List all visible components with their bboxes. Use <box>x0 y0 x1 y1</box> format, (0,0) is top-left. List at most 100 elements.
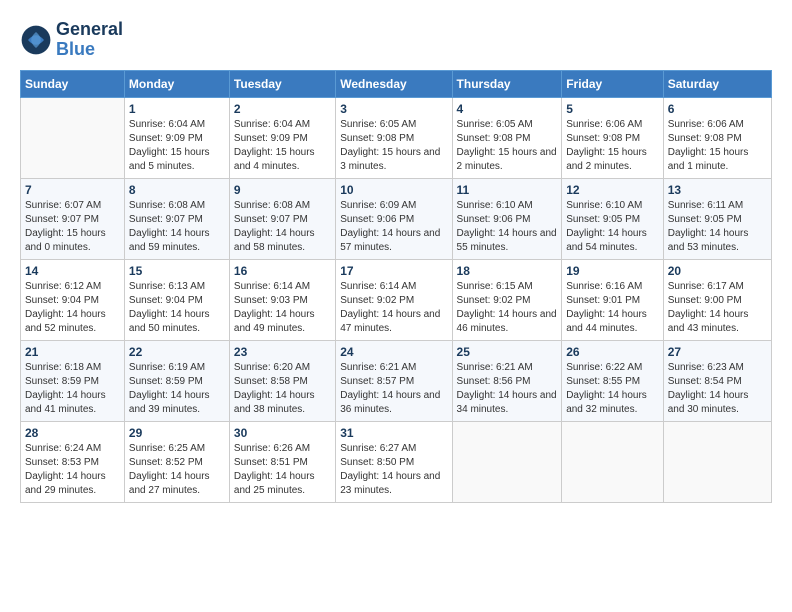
calendar-cell: 31 Sunrise: 6:27 AM Sunset: 8:50 PM Dayl… <box>336 421 452 502</box>
sunrise: Sunrise: 6:22 AM <box>566 361 659 375</box>
day-number: 5 <box>566 102 659 116</box>
day-number: 11 <box>457 183 558 197</box>
day-number: 7 <box>25 183 120 197</box>
sunrise: Sunrise: 6:26 AM <box>234 442 331 456</box>
daylight: Daylight: 15 hours and 4 minutes. <box>234 146 331 174</box>
logo: General Blue <box>20 20 123 60</box>
calendar-cell: 5 Sunrise: 6:06 AM Sunset: 9:08 PM Dayli… <box>562 97 664 178</box>
sunset: Sunset: 9:08 PM <box>566 132 659 146</box>
sunrise: Sunrise: 6:09 AM <box>340 199 447 213</box>
sunset: Sunset: 9:02 PM <box>457 294 558 308</box>
day-number: 22 <box>129 345 225 359</box>
day-number: 18 <box>457 264 558 278</box>
sunset: Sunset: 9:07 PM <box>234 213 331 227</box>
sunset: Sunset: 8:51 PM <box>234 456 331 470</box>
daylight: Daylight: 14 hours and 38 minutes. <box>234 389 331 417</box>
calendar-cell: 19 Sunrise: 6:16 AM Sunset: 9:01 PM Dayl… <box>562 259 664 340</box>
day-info: Sunrise: 6:05 AM Sunset: 9:08 PM Dayligh… <box>457 118 558 174</box>
day-info: Sunrise: 6:23 AM Sunset: 8:54 PM Dayligh… <box>668 361 767 417</box>
daylight: Daylight: 15 hours and 5 minutes. <box>129 146 225 174</box>
day-number: 26 <box>566 345 659 359</box>
sunrise: Sunrise: 6:05 AM <box>457 118 558 132</box>
sunset: Sunset: 8:59 PM <box>129 375 225 389</box>
sunrise: Sunrise: 6:17 AM <box>668 280 767 294</box>
sunrise: Sunrise: 6:23 AM <box>668 361 767 375</box>
daylight: Daylight: 14 hours and 46 minutes. <box>457 308 558 336</box>
sunset: Sunset: 8:58 PM <box>234 375 331 389</box>
weekday-header: Sunday <box>21 70 125 97</box>
day-number: 20 <box>668 264 767 278</box>
daylight: Daylight: 14 hours and 27 minutes. <box>129 470 225 498</box>
sunset: Sunset: 9:02 PM <box>340 294 447 308</box>
day-number: 17 <box>340 264 447 278</box>
daylight: Daylight: 14 hours and 52 minutes. <box>25 308 120 336</box>
daylight: Daylight: 14 hours and 47 minutes. <box>340 308 447 336</box>
sunrise: Sunrise: 6:15 AM <box>457 280 558 294</box>
day-info: Sunrise: 6:04 AM Sunset: 9:09 PM Dayligh… <box>234 118 331 174</box>
sunset: Sunset: 9:09 PM <box>129 132 225 146</box>
day-number: 31 <box>340 426 447 440</box>
calendar-cell: 1 Sunrise: 6:04 AM Sunset: 9:09 PM Dayli… <box>124 97 229 178</box>
day-number: 10 <box>340 183 447 197</box>
sunset: Sunset: 9:07 PM <box>25 213 120 227</box>
sunrise: Sunrise: 6:10 AM <box>566 199 659 213</box>
day-info: Sunrise: 6:11 AM Sunset: 9:05 PM Dayligh… <box>668 199 767 255</box>
sunset: Sunset: 9:01 PM <box>566 294 659 308</box>
calendar-cell: 8 Sunrise: 6:08 AM Sunset: 9:07 PM Dayli… <box>124 178 229 259</box>
calendar-cell: 27 Sunrise: 6:23 AM Sunset: 8:54 PM Dayl… <box>663 340 771 421</box>
sunrise: Sunrise: 6:05 AM <box>340 118 447 132</box>
sunrise: Sunrise: 6:04 AM <box>129 118 225 132</box>
day-info: Sunrise: 6:19 AM Sunset: 8:59 PM Dayligh… <box>129 361 225 417</box>
day-number: 16 <box>234 264 331 278</box>
day-number: 29 <box>129 426 225 440</box>
sunset: Sunset: 8:54 PM <box>668 375 767 389</box>
calendar-cell: 10 Sunrise: 6:09 AM Sunset: 9:06 PM Dayl… <box>336 178 452 259</box>
day-number: 2 <box>234 102 331 116</box>
weekday-header: Friday <box>562 70 664 97</box>
sunset: Sunset: 9:06 PM <box>457 213 558 227</box>
calendar-cell: 22 Sunrise: 6:19 AM Sunset: 8:59 PM Dayl… <box>124 340 229 421</box>
day-number: 23 <box>234 345 331 359</box>
day-number: 4 <box>457 102 558 116</box>
daylight: Daylight: 14 hours and 39 minutes. <box>129 389 225 417</box>
calendar-cell: 6 Sunrise: 6:06 AM Sunset: 9:08 PM Dayli… <box>663 97 771 178</box>
sunrise: Sunrise: 6:14 AM <box>340 280 447 294</box>
sunrise: Sunrise: 6:06 AM <box>566 118 659 132</box>
sunrise: Sunrise: 6:27 AM <box>340 442 447 456</box>
day-number: 12 <box>566 183 659 197</box>
calendar-cell: 23 Sunrise: 6:20 AM Sunset: 8:58 PM Dayl… <box>229 340 335 421</box>
day-info: Sunrise: 6:07 AM Sunset: 9:07 PM Dayligh… <box>25 199 120 255</box>
day-info: Sunrise: 6:15 AM Sunset: 9:02 PM Dayligh… <box>457 280 558 336</box>
daylight: Daylight: 14 hours and 43 minutes. <box>668 308 767 336</box>
sunrise: Sunrise: 6:12 AM <box>25 280 120 294</box>
day-number: 28 <box>25 426 120 440</box>
sunrise: Sunrise: 6:20 AM <box>234 361 331 375</box>
sunrise: Sunrise: 6:10 AM <box>457 199 558 213</box>
day-info: Sunrise: 6:10 AM Sunset: 9:06 PM Dayligh… <box>457 199 558 255</box>
day-info: Sunrise: 6:12 AM Sunset: 9:04 PM Dayligh… <box>25 280 120 336</box>
day-number: 27 <box>668 345 767 359</box>
sunset: Sunset: 9:09 PM <box>234 132 331 146</box>
day-number: 1 <box>129 102 225 116</box>
sunrise: Sunrise: 6:19 AM <box>129 361 225 375</box>
sunrise: Sunrise: 6:18 AM <box>25 361 120 375</box>
daylight: Daylight: 14 hours and 29 minutes. <box>25 470 120 498</box>
sunrise: Sunrise: 6:25 AM <box>129 442 225 456</box>
calendar-cell: 3 Sunrise: 6:05 AM Sunset: 9:08 PM Dayli… <box>336 97 452 178</box>
calendar-cell: 29 Sunrise: 6:25 AM Sunset: 8:52 PM Dayl… <box>124 421 229 502</box>
sunrise: Sunrise: 6:08 AM <box>234 199 331 213</box>
sunrise: Sunrise: 6:07 AM <box>25 199 120 213</box>
daylight: Daylight: 15 hours and 2 minutes. <box>566 146 659 174</box>
calendar-cell: 25 Sunrise: 6:21 AM Sunset: 8:56 PM Dayl… <box>452 340 562 421</box>
day-info: Sunrise: 6:06 AM Sunset: 9:08 PM Dayligh… <box>566 118 659 174</box>
sunrise: Sunrise: 6:06 AM <box>668 118 767 132</box>
sunset: Sunset: 9:08 PM <box>340 132 447 146</box>
day-info: Sunrise: 6:21 AM Sunset: 8:56 PM Dayligh… <box>457 361 558 417</box>
day-info: Sunrise: 6:17 AM Sunset: 9:00 PM Dayligh… <box>668 280 767 336</box>
weekday-header: Saturday <box>663 70 771 97</box>
sunrise: Sunrise: 6:21 AM <box>340 361 447 375</box>
calendar-cell: 13 Sunrise: 6:11 AM Sunset: 9:05 PM Dayl… <box>663 178 771 259</box>
daylight: Daylight: 14 hours and 25 minutes. <box>234 470 331 498</box>
daylight: Daylight: 15 hours and 0 minutes. <box>25 227 120 255</box>
sunset: Sunset: 9:08 PM <box>668 132 767 146</box>
